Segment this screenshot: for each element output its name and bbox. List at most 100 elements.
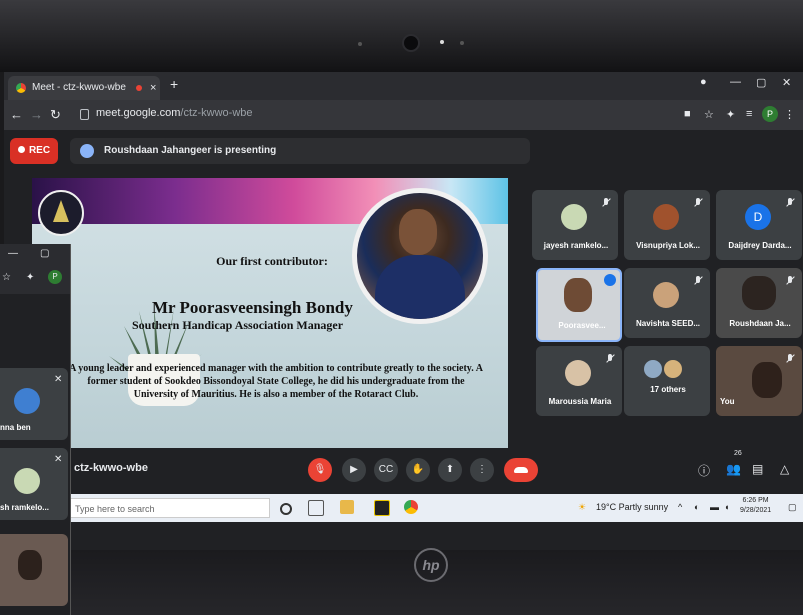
participant-name: sh ramkelo... bbox=[0, 503, 49, 512]
participant-tile-self[interactable]: You bbox=[716, 346, 802, 416]
reading-list-icon[interactable]: ≡ bbox=[746, 108, 752, 120]
hp-logo: hp bbox=[414, 548, 448, 582]
sticky-app-icon[interactable] bbox=[374, 500, 390, 516]
participant-avatar bbox=[565, 360, 591, 386]
participant-name: Maroussia Maria bbox=[548, 397, 612, 406]
new-tab-button[interactable]: + bbox=[170, 76, 178, 92]
presenter-avatar bbox=[80, 144, 94, 158]
present-screen-button[interactable]: ⬆ bbox=[438, 458, 462, 482]
sensor-dot bbox=[358, 42, 362, 46]
extensions-puzzle-icon: ✦ bbox=[26, 272, 35, 283]
recording-badge[interactable]: REC bbox=[10, 138, 58, 164]
participant-name: nna ben bbox=[0, 423, 31, 432]
participant-tile[interactable]: Roushdaan Ja... bbox=[716, 268, 802, 338]
laptop-bezel-bottom bbox=[0, 550, 803, 615]
url-host: meet.google.com bbox=[96, 107, 181, 119]
captions-button[interactable]: CC bbox=[374, 458, 398, 482]
browser-tab[interactable]: Meet - ctz-kwwo-wbe × bbox=[8, 76, 160, 100]
bookmark-star-icon[interactable]: ☆ bbox=[704, 108, 714, 121]
cortana-icon[interactable] bbox=[280, 503, 292, 515]
camera-icon[interactable]: ■ bbox=[684, 108, 691, 120]
restore-icon: ▢ bbox=[40, 248, 50, 259]
participant-tile[interactable]: Maroussia Maria bbox=[536, 346, 622, 416]
people-icon[interactable]: 👥 bbox=[726, 462, 741, 476]
tab-close-icon[interactable]: × bbox=[150, 76, 156, 100]
speaker-head bbox=[399, 209, 437, 255]
tab-search-icon[interactable]: ● bbox=[700, 76, 707, 88]
mic-muted-icon bbox=[694, 198, 702, 206]
back-arrow-icon[interactable]: ← bbox=[10, 107, 23, 122]
meeting-controls-bar: ctz-kwwo-wbe 🎙 ▶ CC ✋ ⬆ ⋮ ⓘ 👥 26 ▤ △ bbox=[4, 448, 803, 494]
participant-video bbox=[752, 362, 782, 398]
slide-speaker-name: Mr Poorasveensingh Bondy bbox=[152, 298, 353, 317]
participant-video bbox=[564, 278, 592, 312]
task-view-icon[interactable] bbox=[308, 500, 324, 516]
participant-tile-others[interactable]: 17 others bbox=[624, 346, 710, 416]
url-path: /ctz-kwwo-wbe bbox=[180, 107, 253, 119]
taskbar-search-input[interactable]: Type here to search bbox=[70, 498, 270, 518]
participant-name: Visnupriya Lok... bbox=[636, 241, 700, 250]
mic-muted-icon bbox=[786, 198, 794, 206]
mic-muted-icon bbox=[786, 354, 794, 362]
mic-muted-icon bbox=[694, 276, 702, 284]
minimize-button[interactable]: — bbox=[730, 76, 741, 88]
participant-name: Daijdrey Darda... bbox=[728, 241, 792, 250]
chat-icon[interactable]: ▤ bbox=[752, 462, 763, 476]
battery-icon[interactable]: ▬ bbox=[710, 502, 719, 512]
participant-avatar bbox=[14, 388, 40, 414]
participant-avatar bbox=[644, 360, 662, 378]
sensor-dot bbox=[460, 41, 464, 45]
tray-up-arrow-icon[interactable]: ^ bbox=[678, 502, 682, 512]
maximize-button[interactable]: ▢ bbox=[756, 76, 766, 89]
url-field[interactable]: meet.google.com/ctz-kwwo-wbe bbox=[96, 107, 253, 119]
overlay-screenshot-panel: — ▢ ☆ ✦ P ✕ nna ben ✕ sh ramkelo... bbox=[0, 244, 71, 615]
participant-name: You bbox=[720, 397, 735, 406]
participant-video bbox=[742, 276, 776, 310]
network-icon[interactable]: ◐ bbox=[694, 502, 699, 512]
google-meet-window: REC Roushdaan Jahangeer is presenting Ou… bbox=[4, 130, 803, 550]
profile-avatar[interactable]: P bbox=[762, 106, 778, 122]
mic-muted-icon: ✕ bbox=[54, 454, 63, 465]
overlay-browser-bar: — ▢ ☆ ✦ P bbox=[0, 244, 70, 294]
browser-menu-icon[interactable]: ⋮ bbox=[784, 108, 795, 121]
presentation-slide: Our first contributor: Mr Poorasveensing… bbox=[32, 178, 508, 448]
weather-sun-icon: ☀ bbox=[578, 502, 587, 512]
end-call-button[interactable] bbox=[504, 458, 538, 482]
participant-tile[interactable]: D Daijdrey Darda... bbox=[716, 190, 802, 260]
activities-icon[interactable]: △ bbox=[780, 462, 789, 476]
address-bar: ← → ↻ meet.google.com/ctz-kwwo-wbe ■ ☆ ✦… bbox=[4, 100, 803, 130]
participant-name: Navishta SEED... bbox=[635, 319, 701, 328]
participant-video bbox=[18, 550, 42, 580]
mic-muted-icon bbox=[606, 354, 614, 362]
participant-name: Roushdaan Ja... bbox=[729, 319, 791, 328]
clock-date: 9/28/2021 bbox=[740, 507, 772, 514]
participant-tile[interactable]: jayesh ramkelo... bbox=[532, 190, 618, 260]
meeting-details-icon[interactable]: ⓘ bbox=[698, 462, 710, 479]
mic-toggle-button[interactable]: 🎙 bbox=[308, 458, 332, 482]
extensions-puzzle-icon[interactable]: ✦ bbox=[726, 108, 735, 121]
speaking-indicator-icon bbox=[604, 274, 616, 286]
participant-avatar bbox=[653, 282, 679, 308]
raise-hand-button[interactable]: ✋ bbox=[406, 458, 430, 482]
presenting-banner: Roushdaan Jahangeer is presenting bbox=[70, 138, 530, 164]
weather-text: 19°C Partly sunny bbox=[596, 502, 669, 512]
volume-icon[interactable]: ◖ bbox=[724, 502, 729, 512]
reload-icon[interactable]: ↻ bbox=[50, 107, 61, 123]
chrome-taskbar-icon[interactable] bbox=[404, 500, 418, 514]
participant-name: jayesh ramkelo... bbox=[543, 241, 609, 250]
file-explorer-icon[interactable] bbox=[340, 500, 354, 514]
participant-tile[interactable]: Navishta SEED... bbox=[624, 268, 710, 338]
close-window-button[interactable]: ✕ bbox=[782, 76, 791, 89]
participant-tile[interactable]: Visnupriya Lok... bbox=[624, 190, 710, 260]
taskbar-clock[interactable]: 6:26 PM 9/28/2021 bbox=[740, 496, 771, 516]
forward-arrow-icon[interactable]: → bbox=[30, 107, 43, 122]
more-options-button[interactable]: ⋮ bbox=[470, 458, 494, 482]
slide-speaker-bio: A young leader and experienced manager w… bbox=[69, 363, 483, 400]
participant-tile-active-speaker[interactable]: Poorasvee... bbox=[536, 268, 622, 342]
notifications-icon[interactable]: ▢ bbox=[788, 502, 797, 513]
participant-name: 17 others bbox=[650, 385, 686, 394]
camera-toggle-button[interactable]: ▶ bbox=[342, 458, 366, 482]
slide-speaker-role: Southern Handicap Association Manager bbox=[132, 318, 344, 332]
meeting-code: ctz-kwwo-wbe bbox=[74, 462, 148, 474]
browser-tab-strip: Meet - ctz-kwwo-wbe × + ● — ▢ ✕ bbox=[4, 72, 803, 100]
